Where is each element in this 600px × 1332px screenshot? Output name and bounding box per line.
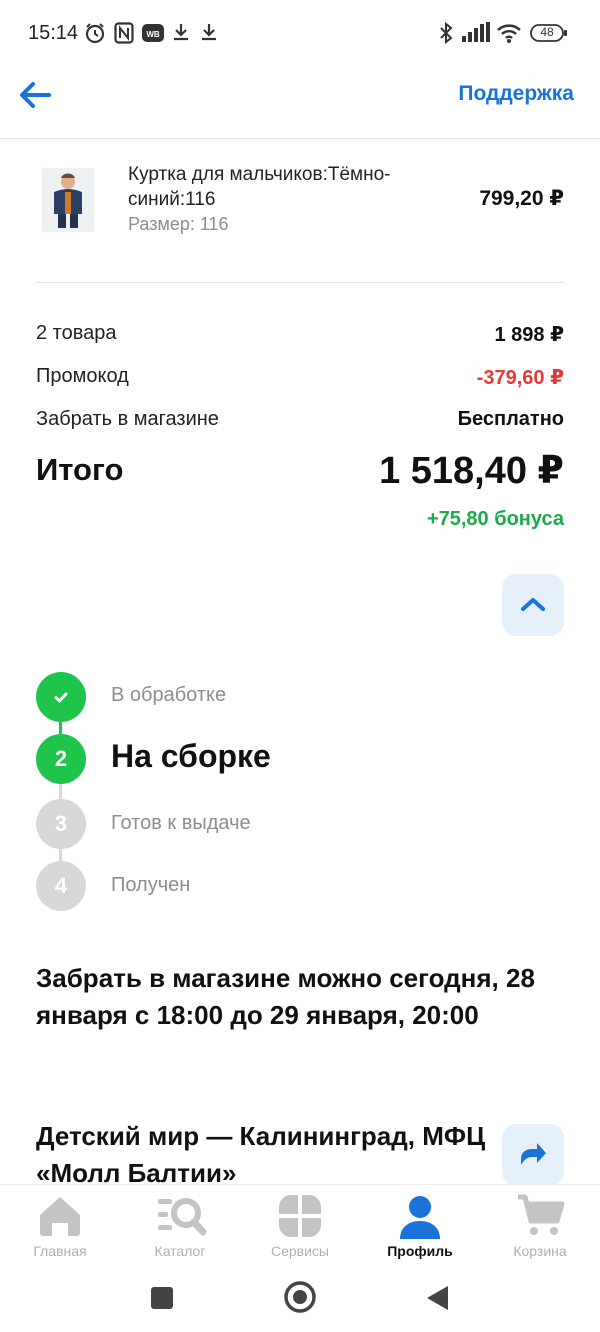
nav-home[interactable]: Главная	[0, 1185, 120, 1265]
pickup-info: Забрать в магазине можно сегодня, 28 янв…	[36, 963, 535, 1030]
collapse-button[interactable]	[502, 574, 564, 636]
step-label: В обработке	[111, 684, 227, 706]
chevron-up-icon	[521, 598, 545, 611]
summary-items-label: 2 товара	[36, 322, 117, 344]
step-number: 3	[36, 799, 86, 849]
product-thumbnail[interactable]	[42, 168, 94, 232]
share-arrow-icon	[521, 1143, 546, 1165]
download-icon	[200, 22, 218, 47]
summary-row-items: 2 товара 1 898 ₽	[36, 322, 564, 352]
bottom-nav: Главная Каталог Сервисы Профиль Корзина	[0, 1184, 600, 1265]
support-link[interactable]: Поддержка	[458, 82, 574, 106]
profile-icon	[400, 1196, 440, 1239]
product-price: 799,20 ₽	[479, 187, 564, 210]
nav-cart[interactable]: Корзина	[480, 1185, 600, 1265]
step-label: Готов к выдаче	[111, 812, 251, 834]
summary-items-value: 1 898 ₽	[494, 324, 564, 346]
square-icon	[151, 1287, 173, 1309]
step-label: На сборке	[111, 738, 271, 774]
triangle-back-icon	[427, 1286, 448, 1310]
battery-icon: 48	[530, 24, 568, 47]
summary-row-promocode: Промокод -379,60 ₽	[36, 365, 564, 395]
product-size: Размер: 116	[128, 214, 229, 234]
bluetooth-icon	[438, 21, 454, 49]
product-name[interactable]: Куртка для мальчиков:Тёмно-синий:116	[128, 162, 428, 212]
route-button[interactable]	[502, 1124, 564, 1186]
back-system-button[interactable]	[424, 1284, 450, 1312]
divider	[36, 282, 564, 283]
step-label: Получен	[111, 874, 191, 896]
nav-label: Главная	[33, 1243, 87, 1259]
nav-label: Корзина	[513, 1243, 567, 1259]
back-button[interactable]	[18, 80, 58, 110]
bonus-amount: +75,80 бонуса	[426, 508, 564, 530]
order-step-assembly: 2 На сборке	[36, 734, 536, 784]
total-value: 1 518,40 ₽	[379, 450, 564, 492]
wifi-icon	[496, 22, 522, 49]
recent-apps-button[interactable]	[150, 1286, 174, 1310]
svg-text:WB: WB	[146, 30, 160, 39]
store-name: Детский мир — Калининград, МФЦ «Молл Бал…	[36, 1121, 486, 1188]
alarm-icon	[84, 22, 106, 49]
nav-label: Сервисы	[270, 1243, 329, 1259]
summary-promocode-label: Промокод	[36, 365, 129, 387]
home-system-button[interactable]	[283, 1280, 317, 1314]
status-time: 15:14	[28, 22, 79, 44]
summary-row-pickup: Забрать в магазине Бесплатно	[36, 408, 564, 438]
check-icon	[36, 672, 86, 722]
nav-label: Каталог	[154, 1243, 206, 1259]
download-icon	[172, 22, 190, 47]
order-step-received: 4 Получен	[36, 861, 536, 911]
step-number: 4	[36, 861, 86, 911]
step-number: 2	[36, 734, 86, 784]
status-bar: 15:14 WB 48	[0, 0, 600, 66]
nav-services[interactable]: Сервисы	[240, 1185, 360, 1265]
order-step-processing: В обработке	[36, 672, 536, 722]
cart-icon	[518, 1194, 565, 1235]
wb-app-icon: WB	[142, 22, 164, 49]
catalog-search-icon	[158, 1198, 207, 1236]
order-step-ready: 3 Готов к выдаче	[36, 799, 536, 849]
nav-label: Профиль	[387, 1243, 453, 1259]
nav-catalog[interactable]: Каталог	[120, 1185, 240, 1265]
circle-icon	[284, 1281, 316, 1313]
home-icon	[40, 1197, 80, 1236]
nfc-icon	[114, 22, 134, 49]
nav-profile[interactable]: Профиль	[360, 1185, 480, 1265]
header: Поддержка	[0, 66, 600, 139]
battery-level: 48	[540, 25, 554, 39]
summary-promocode-value: -379,60 ₽	[476, 367, 564, 389]
summary-pickup-value: Бесплатно	[457, 408, 564, 430]
services-icon	[279, 1195, 321, 1237]
arrow-left-icon	[20, 82, 51, 108]
summary-pickup-label: Забрать в магазине	[36, 408, 219, 430]
signal-icon	[462, 22, 490, 47]
total-label: Итого	[36, 452, 124, 487]
system-nav-bar	[0, 1264, 600, 1332]
